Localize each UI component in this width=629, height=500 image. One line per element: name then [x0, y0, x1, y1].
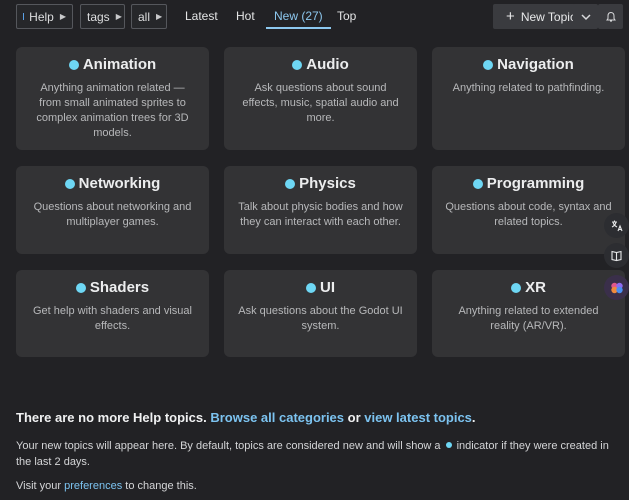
category-card-ui[interactable]: UI Ask questions about the Godot UI syst… [224, 270, 417, 357]
category-title: Audio [306, 56, 349, 73]
preferences-link[interactable]: preferences [64, 480, 122, 492]
category-description: Questions about networking and multiplay… [33, 201, 192, 228]
visit-text-after: to change this. [125, 480, 197, 492]
translate-extension-button[interactable] [604, 213, 629, 238]
category-description: Anything animation related — from small … [36, 82, 189, 139]
new-indicator-dot [68, 59, 79, 70]
new-indicator-dot [285, 178, 296, 189]
tab-new[interactable]: New (27) [266, 4, 331, 29]
category-card-xr[interactable]: XR Anything related to extended reality … [432, 270, 625, 357]
tab-latest[interactable]: Latest [185, 4, 218, 29]
browse-categories-link[interactable]: Browse all categories [210, 410, 344, 425]
all-dropdown-label: all [138, 9, 151, 24]
category-title: Shaders [89, 279, 150, 296]
plus-icon: + [506, 8, 515, 25]
category-description: Anything related to pathfinding. [452, 82, 605, 94]
new-indicator-dot [64, 178, 75, 189]
book-icon [611, 250, 622, 262]
new-indicator-dot [292, 59, 303, 70]
category-card-physics[interactable]: Physics Talk about physic bodies and how… [224, 166, 417, 254]
new-indicator-dot [483, 59, 494, 70]
category-title: Programming [486, 175, 585, 192]
new-indicator-dot [306, 282, 316, 293]
category-description: Questions about code, syntax and related… [445, 201, 612, 228]
tags-dropdown-label: tags [87, 9, 110, 24]
category-description: Talk about physic bodies and how they ca… [238, 201, 403, 228]
category-description: Ask questions about sound effects, music… [242, 82, 399, 124]
new-indicator-dot [445, 442, 452, 448]
or-text: or [347, 410, 361, 425]
topic-nav-bar: Help ▶ tags ▶ all ▶ Latest Hot New (27) … [16, 4, 623, 30]
translate-icon [611, 220, 623, 232]
category-card-audio[interactable]: Audio Ask questions about sound effects,… [224, 47, 417, 150]
brain-icon [610, 282, 623, 293]
new-indicator-dot [75, 282, 86, 293]
category-color-square [23, 13, 25, 20]
category-title: Physics [299, 175, 356, 192]
latest-topics-link[interactable]: view latest topics [364, 410, 472, 425]
category-card-navigation[interactable]: Navigation Anything related to pathfindi… [432, 47, 625, 150]
tab-hot[interactable]: Hot [236, 4, 255, 29]
caret-right-icon: ▶ [59, 12, 66, 21]
new-indicator-dot [472, 178, 483, 189]
no-more-topics-text: There are no more Help topics. [16, 410, 207, 425]
category-description: Ask questions about the Godot UI system. [238, 305, 403, 332]
no-more-topics-heading: There are no more Help topics. Browse al… [16, 410, 476, 425]
chevron-down-icon [580, 13, 591, 20]
category-description: Anything related to extended reality (AR… [458, 305, 599, 332]
category-card-networking[interactable]: Networking Questions about networking an… [16, 166, 209, 254]
category-title: Navigation [497, 56, 574, 73]
visit-text-before: Visit your [16, 480, 62, 492]
category-title: Animation [82, 56, 157, 73]
new-topic-options-button[interactable] [573, 4, 598, 29]
caret-right-icon: ▶ [156, 12, 163, 21]
notifications-button[interactable] [598, 4, 623, 29]
period-text: . [471, 410, 476, 425]
category-card-animation[interactable]: Animation Anything animation related — f… [16, 47, 209, 150]
reader-extension-button[interactable] [604, 243, 629, 268]
new-topics-info: Your new topics will appear here. By def… [16, 438, 622, 470]
category-title: Networking [78, 175, 161, 192]
category-card-shaders[interactable]: Shaders Get help with shaders and visual… [16, 270, 209, 357]
new-indicator-dot [511, 282, 522, 293]
tab-top[interactable]: Top [337, 4, 356, 29]
all-dropdown[interactable]: all ▶ [131, 4, 167, 29]
info-text-before: Your new topics will appear here. By def… [16, 440, 441, 452]
category-title: XR [525, 279, 546, 296]
bell-icon [605, 11, 616, 22]
tags-dropdown[interactable]: tags ▶ [80, 4, 125, 29]
category-card-programming[interactable]: Programming Questions about code, syntax… [432, 166, 625, 254]
category-dropdown[interactable]: Help ▶ [16, 4, 73, 29]
preferences-info: Visit your preferences to change this. [16, 478, 197, 494]
new-topic-label: New Topic [520, 9, 576, 24]
category-title: UI [320, 279, 335, 296]
caret-right-icon: ▶ [115, 12, 122, 21]
category-description: Get help with shaders and visual effects… [33, 305, 192, 332]
category-dropdown-label: Help [29, 9, 54, 24]
ai-extension-button[interactable] [604, 275, 629, 300]
